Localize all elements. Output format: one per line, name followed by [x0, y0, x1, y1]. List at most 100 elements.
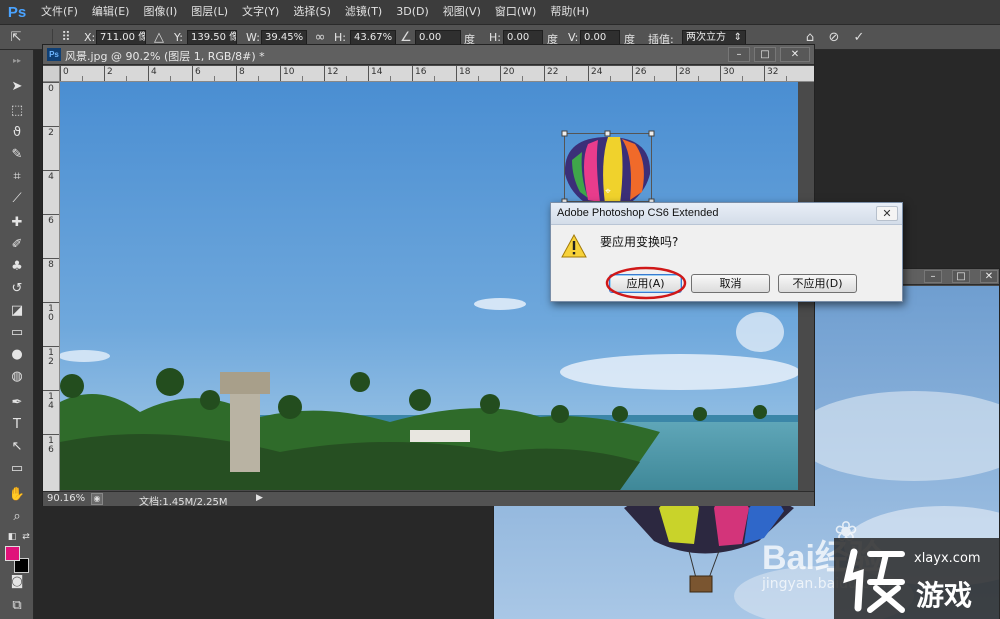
site-logo-icon: [843, 548, 905, 613]
site-watermark-brand: 游戏: [916, 579, 973, 612]
menu-layer[interactable]: 图层(L): [184, 0, 235, 24]
crop-tool-icon[interactable]: ⌗: [7, 168, 27, 186]
ruler-label: 8: [48, 260, 54, 270]
tools-panel: ▸▸ ➤ ⬚ ϑ ✎ ⌗ ⟋ ✚ ✐ ♣ ↺ ◪ ▭ ● ◍ ✒ T ↖ ▭ ✋…: [0, 50, 34, 619]
ruler-label: 4: [151, 67, 157, 77]
ruler-label: 10: [48, 304, 54, 323]
ruler-label: 28: [679, 67, 691, 77]
ruler-label: 12: [327, 67, 339, 77]
blur-tool-icon[interactable]: ●: [7, 346, 27, 364]
path-selection-tool-icon[interactable]: ↖: [7, 438, 27, 456]
cancel-transform-icon[interactable]: ⊘: [826, 30, 842, 46]
ruler-label: 6: [195, 67, 201, 77]
h-skew-label: H:: [489, 31, 501, 44]
clone-stamp-tool-icon[interactable]: ♣: [7, 258, 27, 276]
dialog-message: 要应用变换吗?: [600, 235, 679, 249]
ruler-label: 22: [547, 67, 559, 77]
type-tool-icon[interactable]: T: [7, 416, 27, 434]
foreground-color-swatch[interactable]: [5, 546, 20, 561]
close-button[interactable]: ✕: [980, 270, 998, 283]
y-label: Y:: [174, 31, 183, 44]
lasso-tool-icon[interactable]: ϑ: [7, 124, 27, 142]
quick-select-tool-icon[interactable]: ✎: [7, 146, 27, 164]
swap-colors-icon[interactable]: ⇄: [16, 528, 36, 546]
ruler-label: 4: [48, 172, 54, 182]
menu-view[interactable]: 视图(V): [436, 0, 488, 24]
ruler-label: 12: [48, 348, 54, 367]
screen-mode-icon[interactable]: ⧉: [7, 597, 27, 615]
document-titlebar[interactable]: Ps 风景.jpg @ 90.2% (图层 1, RGB/8#) * – □ ✕: [43, 45, 814, 65]
ruler-label: 6: [48, 216, 54, 226]
rectangle-tool-icon[interactable]: ▭: [7, 460, 27, 478]
menu-type[interactable]: 文字(Y): [235, 0, 286, 24]
status-menu-arrow-icon[interactable]: ▶: [256, 493, 263, 503]
ruler-origin[interactable]: [43, 66, 60, 82]
panel-collapse-icon[interactable]: ▸▸: [7, 52, 27, 70]
maximize-button[interactable]: □: [754, 47, 776, 62]
minimize-button[interactable]: –: [924, 270, 942, 283]
photoshop-logo: Ps: [7, 3, 27, 21]
menu-filter[interactable]: 滤镜(T): [338, 0, 389, 24]
horizontal-ruler-ticks: [60, 66, 787, 81]
v-skew-label: V:: [568, 31, 579, 44]
cancel-button[interactable]: 取消: [691, 274, 770, 293]
dodge-tool-icon[interactable]: ◍: [7, 368, 27, 386]
ruler-label: 24: [591, 67, 603, 77]
menu-bar: Ps 文件(F) 编辑(E) 图像(I) 图层(L) 文字(Y) 选择(S) 滤…: [0, 0, 1000, 24]
menu-edit[interactable]: 编辑(E): [85, 0, 137, 24]
eyedropper-tool-icon[interactable]: ⟋: [7, 190, 27, 208]
gradient-tool-icon[interactable]: ▭: [7, 324, 27, 342]
ruler-label: 14: [48, 392, 54, 411]
ruler-label: 16: [48, 436, 54, 455]
pen-tool-icon[interactable]: ✒: [7, 394, 27, 412]
highlight-circle: [605, 266, 687, 300]
menu-file[interactable]: 文件(F): [34, 0, 85, 24]
zoom-tool-icon[interactable]: ⌕: [7, 508, 27, 526]
interpolation-value: 两次立方: [686, 32, 726, 43]
brush-tool-icon[interactable]: ✐: [7, 236, 27, 254]
menu-image[interactable]: 图像(I): [136, 0, 184, 24]
ruler-label: 20: [503, 67, 515, 77]
menu-window[interactable]: 窗口(W): [488, 0, 543, 24]
eraser-tool-icon[interactable]: ◪: [7, 302, 27, 320]
quick-mask-icon[interactable]: ◙: [7, 573, 27, 591]
healing-brush-tool-icon[interactable]: ✚: [7, 214, 27, 232]
site-watermark-url: xlayx.com: [914, 551, 981, 566]
dialog-close-button[interactable]: ✕: [876, 206, 898, 221]
horizontal-ruler[interactable]: 0 2 4 6 8 10 12 14 16 18 20 22 24 26 28 …: [60, 66, 814, 82]
move-tool-icon[interactable]: ➤: [7, 78, 27, 96]
hand-tool-icon[interactable]: ✋: [7, 486, 27, 504]
ruler-label: 10: [283, 67, 295, 77]
ruler-label: 2: [48, 128, 54, 138]
ruler-label: 30: [723, 67, 735, 77]
marquee-tool-icon[interactable]: ⬚: [7, 102, 27, 120]
svg-text:⌖: ⌖: [605, 186, 611, 197]
menu-help[interactable]: 帮助(H): [543, 0, 596, 24]
ruler-label: 26: [635, 67, 647, 77]
ruler-label: 14: [371, 67, 383, 77]
close-button[interactable]: ✕: [780, 47, 810, 62]
dont-apply-button[interactable]: 不应用(D): [778, 274, 857, 293]
maximize-button[interactable]: □: [952, 270, 970, 283]
vertical-ruler-ticks: [43, 82, 59, 435]
dialog-titlebar[interactable]: Adobe Photoshop CS6 Extended ✕: [551, 203, 902, 225]
ruler-label: 18: [459, 67, 471, 77]
ruler-label: 0: [48, 84, 54, 94]
ruler-label: 0: [63, 67, 69, 77]
warning-icon: [561, 234, 587, 258]
w-label: W:: [246, 31, 260, 44]
status-share-icon[interactable]: ◉: [91, 493, 103, 505]
move-tool-preset-icon[interactable]: ⇱: [8, 30, 24, 46]
ruler-label: 8: [239, 67, 245, 77]
ruler-label: 2: [107, 67, 113, 77]
ps-document-icon: Ps: [47, 48, 61, 61]
commit-transform-icon[interactable]: ✓: [851, 30, 867, 46]
history-brush-tool-icon[interactable]: ↺: [7, 280, 27, 298]
menu-3d[interactable]: 3D(D): [389, 0, 436, 24]
document-title: 风景.jpg @ 90.2% (图层 1, RGB/8#) *: [65, 50, 265, 63]
vertical-ruler[interactable]: 0 2 4 6 8 10 12 14 16: [43, 82, 60, 492]
document-status-bar: 90.16% ◉ 文档:1.45M/2.25M ▶: [43, 491, 814, 508]
minimize-button[interactable]: –: [728, 47, 750, 62]
menu-select[interactable]: 选择(S): [286, 0, 338, 24]
zoom-level[interactable]: 90.16%: [47, 493, 85, 504]
